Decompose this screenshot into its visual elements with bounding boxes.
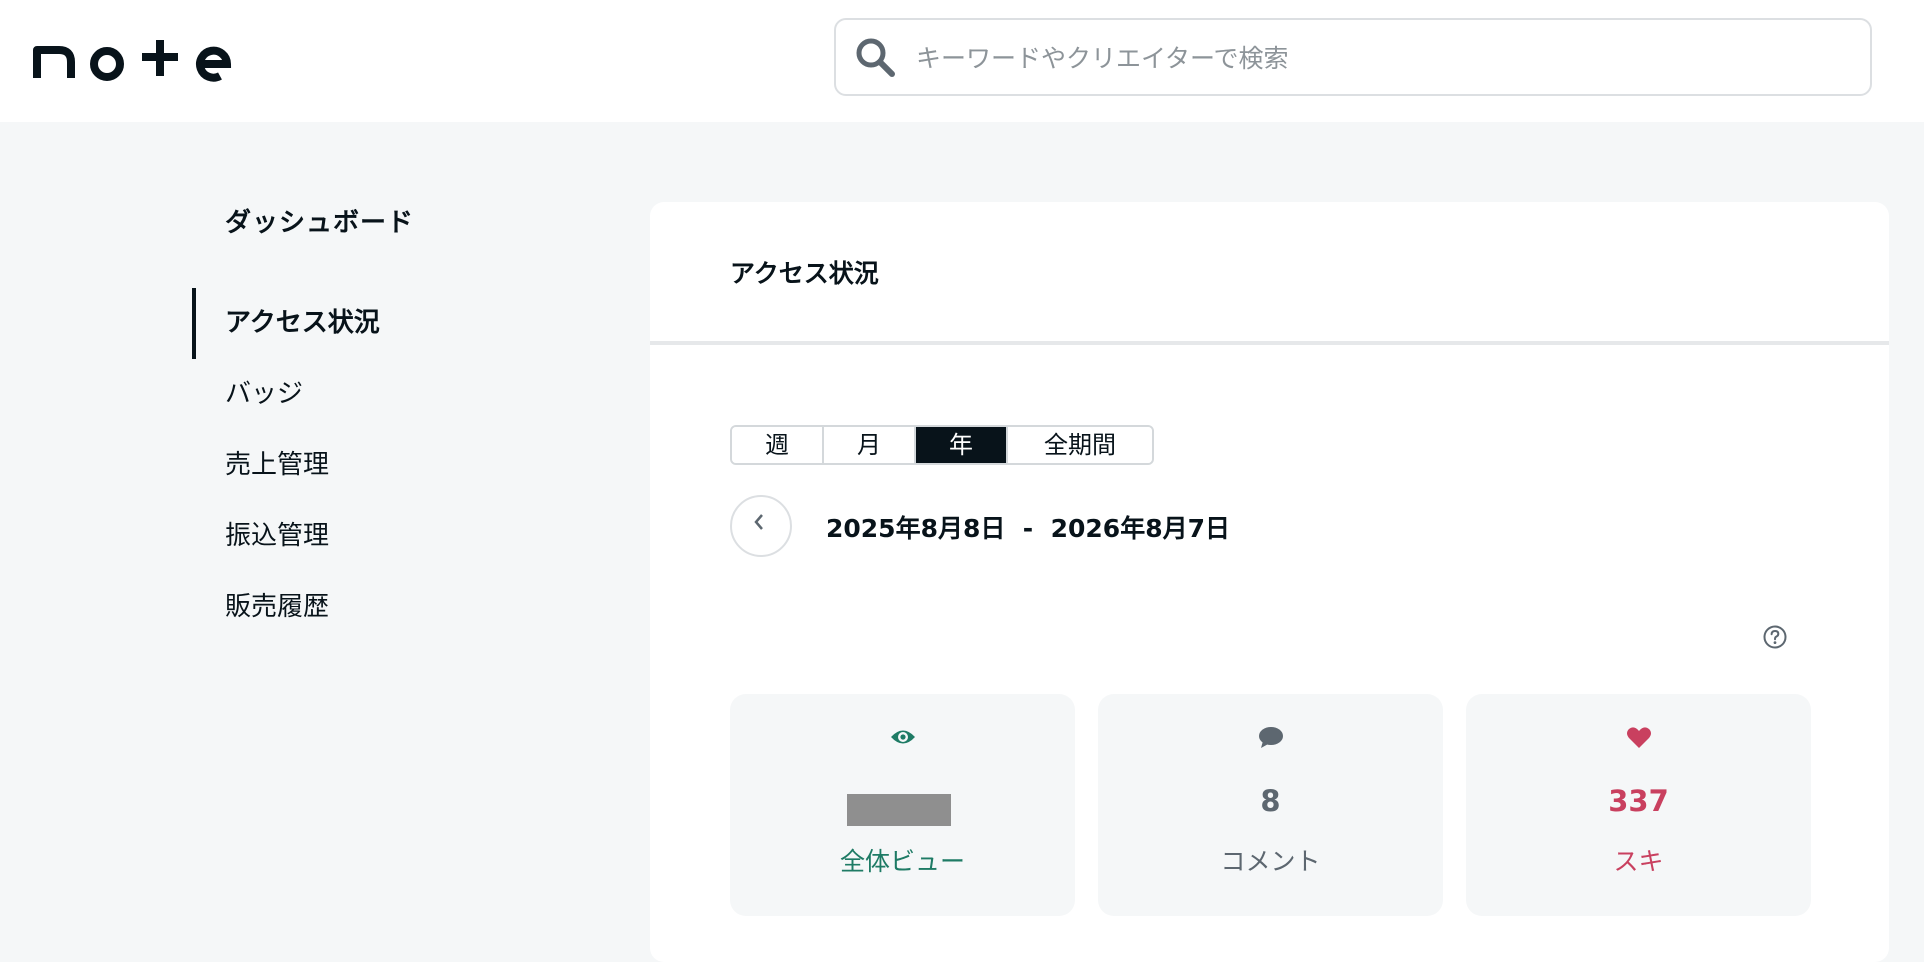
views-value-redacted [847,794,951,826]
views-label: 全体ビュー [839,847,965,876]
comments-label: コメント [1220,847,1321,876]
stat-card-likes: 337 スキ [1466,694,1811,916]
access-panel: アクセス状況 週 月 年 全期間 2025年8月8日 - 2026年8月7日 全… [650,202,1889,962]
period-selector: 週 月 年 全期間 [730,425,1154,465]
sidebar-title: ダッシュボード [225,208,415,238]
period-tab-week[interactable]: 週 [732,427,824,463]
search-box[interactable] [834,18,1872,96]
page-title: アクセス状況 [730,259,879,288]
chevron-left-icon [754,514,763,530]
date-start: 2025年8月8日 [826,514,1006,543]
eye-icon [890,730,915,744]
sidebar-item-sales-history[interactable]: 販売履歴 [192,572,552,643]
top-header [0,0,1924,122]
likes-value: 337 [1608,784,1669,818]
sidebar-item-transfers[interactable]: 振込管理 [192,501,552,572]
stat-card-views: 全体ビュー [730,694,1075,916]
sidebar-item-access[interactable]: アクセス状況 [192,288,552,359]
stat-card-comments: 8 コメント [1098,694,1443,916]
date-range: 2025年8月8日 - 2026年8月7日 [826,509,1230,545]
heart-icon [1626,727,1651,748]
sidebar-nav: アクセス状況 バッジ 売上管理 振込管理 販売履歴 [192,288,552,643]
comment-icon [1258,727,1283,748]
divider [650,341,1889,345]
search-icon [856,38,895,77]
help-icon[interactable] [1762,624,1788,650]
period-tab-all[interactable]: 全期間 [1008,427,1152,463]
date-separator: - [1022,514,1034,543]
period-tab-year[interactable]: 年 [916,427,1008,463]
date-end: 2026年8月7日 [1050,514,1230,543]
note-logo[interactable] [33,36,233,86]
comments-value: 8 [1260,784,1281,818]
search-input[interactable] [914,34,1818,82]
sidebar-item-sales[interactable]: 売上管理 [192,430,552,501]
likes-label: スキ [1613,847,1664,876]
previous-period-button[interactable] [730,495,792,557]
sidebar-item-badges[interactable]: バッジ [192,359,552,430]
period-tab-month[interactable]: 月 [824,427,916,463]
